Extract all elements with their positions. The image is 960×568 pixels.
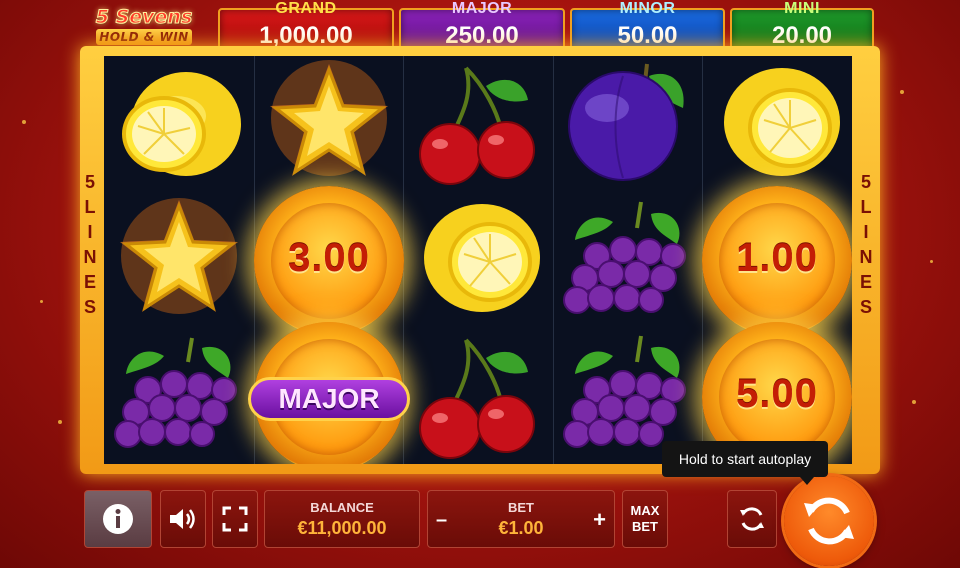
- background-sparkle: [58, 420, 62, 424]
- bet-increase-button[interactable]: +: [593, 507, 606, 533]
- autoplay-tooltip: Hold to start autoplay: [662, 441, 828, 477]
- symbol-plum: [553, 56, 703, 192]
- symbol-star: [104, 192, 254, 328]
- symbol-grapes: [104, 328, 254, 464]
- autoplay-button[interactable]: [727, 490, 777, 548]
- jackpot-mini-label: MINI: [784, 0, 820, 17]
- paylines-count: 5: [84, 172, 95, 192]
- spin-button[interactable]: [784, 476, 874, 566]
- symbol-cherry: [404, 56, 554, 192]
- coin-symbol: 3.00: [254, 186, 404, 336]
- fullscreen-icon: [213, 491, 257, 547]
- spin-icon: [804, 497, 854, 545]
- autoplay-icon: [728, 491, 776, 547]
- max-bet-label-line1: MAX: [630, 503, 660, 518]
- balance-display: BALANCE €11,000.00: [264, 490, 420, 548]
- info-button[interactable]: [84, 490, 152, 548]
- sound-button[interactable]: [160, 490, 206, 548]
- symbol-lemon: [702, 56, 852, 192]
- coin-value: 5.00: [736, 372, 818, 416]
- symbol-star: [254, 56, 404, 192]
- jackpot-major-label: MAJOR: [451, 0, 513, 17]
- fullscreen-button[interactable]: [212, 490, 258, 548]
- paylines-label-right: 5 LINES: [856, 170, 876, 320]
- coin-major-label: MAJOR: [248, 377, 410, 421]
- bet-control: – BET €1.00 +: [427, 490, 615, 548]
- game-logo: 5 Sevens HOLD & WIN: [84, 6, 204, 50]
- background-sparkle: [930, 260, 933, 263]
- logo-subtitle: HOLD & WIN: [96, 29, 192, 45]
- max-bet-label-line2: BET: [632, 519, 658, 534]
- symbol-lemon: [404, 192, 554, 328]
- logo-title: 5 Sevens: [95, 6, 193, 29]
- coin-symbol: 1.00: [702, 186, 852, 336]
- background-sparkle: [900, 90, 904, 94]
- paylines-label-left: 5 LINES: [80, 170, 100, 320]
- bet-value: €1.00: [498, 518, 544, 538]
- coin-value: 3.00: [288, 236, 370, 280]
- jackpot-minor-label: MINOR: [619, 0, 676, 17]
- background-sparkle: [912, 400, 916, 404]
- jackpot-grand-label: GRAND: [275, 0, 337, 17]
- tooltip-tail: [800, 477, 814, 485]
- background-sparkle: [22, 120, 26, 124]
- paylines-word: LINES: [859, 197, 873, 317]
- balance-value: €11,000.00: [297, 518, 387, 538]
- paylines-word: LINES: [83, 197, 97, 317]
- balance-label: BALANCE: [310, 500, 374, 515]
- max-bet-button[interactable]: MAX BET: [622, 490, 668, 548]
- symbol-lemon: [104, 56, 254, 192]
- coin-symbol-major: MAJOR: [248, 322, 410, 464]
- reel-grid: 3.00 MAJOR 1.00 5.00: [104, 56, 852, 464]
- info-icon: [85, 491, 151, 547]
- background-sparkle: [40, 300, 43, 303]
- bet-label: BET: [508, 500, 534, 515]
- symbol-cherry: [404, 328, 554, 464]
- coin-value: 1.00: [736, 236, 818, 280]
- symbol-grapes: [553, 192, 703, 328]
- paylines-count: 5: [860, 172, 871, 192]
- speaker-icon: [161, 491, 205, 547]
